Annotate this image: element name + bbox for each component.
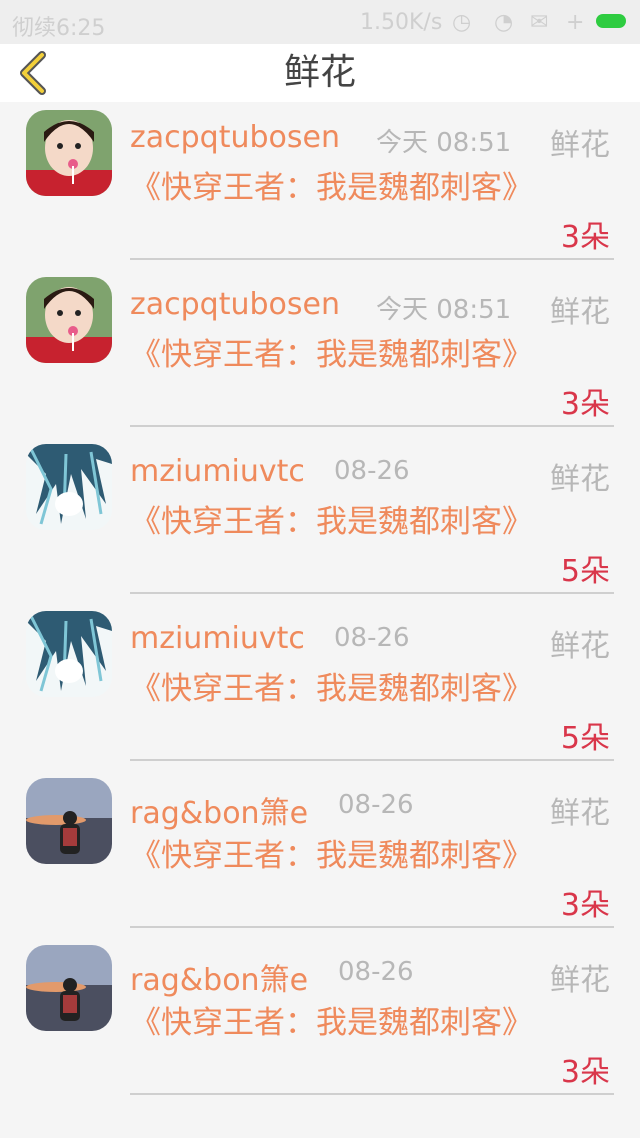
gift-type: 鲜花: [550, 128, 610, 163]
avatar[interactable]: [26, 277, 112, 363]
list-item[interactable]: rag&bon箫e 08-26 鲜花 《快穿王者：我是魏都刺客》 3朵: [0, 770, 640, 937]
flower-count: 3朵: [560, 888, 610, 923]
gift-type: 鲜花: [550, 462, 610, 497]
avatar[interactable]: [26, 611, 112, 697]
charging-icon: +: [566, 10, 585, 35]
username[interactable]: mziumiuvtc: [130, 621, 305, 656]
timestamp: 08-26: [334, 456, 410, 486]
timestamp: 08-26: [338, 957, 414, 987]
gift-type: 鲜花: [550, 796, 610, 831]
page-title: 鲜花: [283, 52, 356, 93]
username[interactable]: zacpqtubosen: [130, 120, 340, 155]
book-title[interactable]: 《快穿王者：我是魏都刺客》: [130, 333, 533, 377]
book-title[interactable]: 《快穿王者：我是魏都刺客》: [130, 834, 533, 878]
divider: [130, 592, 614, 594]
flower-count: 3朵: [560, 1055, 610, 1090]
username[interactable]: mziumiuvtc: [130, 454, 305, 489]
book-title[interactable]: 《快穿王者：我是魏都刺客》: [130, 166, 533, 210]
avatar[interactable]: [26, 945, 112, 1031]
battery-icon: [596, 14, 626, 28]
status-time: 彻续6:25: [12, 16, 106, 41]
avatar[interactable]: [26, 778, 112, 864]
flower-count: 3朵: [560, 220, 610, 255]
gift-type: 鲜花: [550, 629, 610, 664]
username[interactable]: rag&bon箫e: [130, 788, 308, 832]
list-item[interactable]: mziumiuvtc 08-26 鲜花 《快穿王者：我是魏都刺客》 5朵: [0, 436, 640, 603]
list-item[interactable]: zacpqtubosen 今天 08:51 鲜花 《快穿王者：我是魏都刺客》 3…: [0, 269, 640, 436]
book-title[interactable]: 《快穿王者：我是魏都刺客》: [130, 500, 533, 544]
message-icon: ✉: [530, 10, 549, 35]
list-item[interactable]: mziumiuvtc 08-26 鲜花 《快穿王者：我是魏都刺客》 5朵: [0, 603, 640, 770]
alarm-icon: ◷: [452, 10, 472, 35]
list-item[interactable]: rag&bon箫e 08-26 鲜花 《快穿王者：我是魏都刺客》 3朵: [0, 937, 640, 1104]
username[interactable]: rag&bon箫e: [130, 955, 308, 999]
divider: [130, 1093, 614, 1095]
book-title[interactable]: 《快穿王者：我是魏都刺客》: [130, 1001, 533, 1045]
divider: [130, 759, 614, 761]
flower-count: 5朵: [560, 721, 610, 756]
timestamp: 08-26: [334, 623, 410, 653]
divider: [130, 425, 614, 427]
header: 鲜花: [0, 44, 640, 102]
divider: [130, 258, 614, 260]
avatar[interactable]: [26, 444, 112, 530]
timestamp: 今天 08:51: [376, 295, 512, 325]
avatar[interactable]: [26, 110, 112, 196]
network-speed: 1.50K/s: [360, 10, 443, 35]
gift-type: 鲜花: [550, 295, 610, 330]
timestamp: 今天 08:51: [376, 128, 512, 158]
book-title[interactable]: 《快穿王者：我是魏都刺客》: [130, 667, 533, 711]
timestamp: 08-26: [338, 790, 414, 820]
wifi-icon: ◔: [494, 10, 514, 35]
flower-record-list: zacpqtubosen 今天 08:51 鲜花 《快穿王者：我是魏都刺客》 3…: [0, 102, 640, 1104]
divider: [130, 926, 614, 928]
status-bar: 彻续6:25 1.50K/s ◷ ◔ ✉ +: [0, 0, 640, 44]
list-item[interactable]: zacpqtubosen 今天 08:51 鲜花 《快穿王者：我是魏都刺客》 3…: [0, 102, 640, 269]
flower-count: 5朵: [560, 554, 610, 589]
flower-count: 3朵: [560, 387, 610, 422]
username[interactable]: zacpqtubosen: [130, 287, 340, 322]
gift-type: 鲜花: [550, 963, 610, 998]
